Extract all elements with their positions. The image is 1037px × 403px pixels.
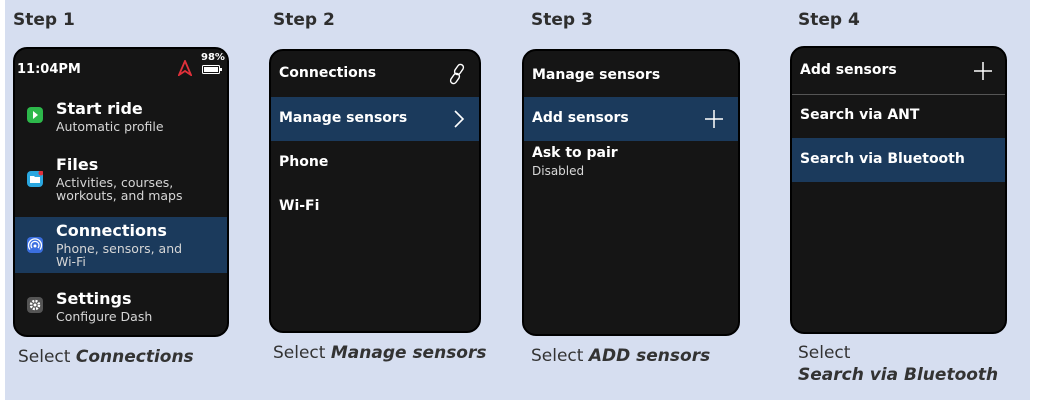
gear-icon (27, 297, 43, 313)
screen-title: Add sensors (800, 62, 897, 78)
row-label: Add sensors (532, 110, 629, 126)
device-screen: Manage sensors Add sensors Ask to pair D… (522, 49, 740, 336)
menu-item-title: Connections (56, 221, 167, 240)
menu-item-start-ride[interactable]: Start ride Automatic profile (15, 91, 227, 141)
menu-item-title: Files (56, 155, 99, 174)
screen-header: Connections (271, 51, 479, 98)
folder-icon (27, 170, 44, 187)
battery-icon (202, 65, 222, 74)
menu-item-subtitle: Wi-Fi (56, 254, 86, 269)
signal-icon (27, 237, 43, 253)
row-wifi[interactable]: Wi-Fi (271, 185, 479, 229)
plus-icon (705, 110, 723, 128)
screen-title: Connections (279, 65, 377, 81)
step-title: Step 3 (531, 10, 593, 30)
menu-item-subtitle: Configure Dash (56, 309, 153, 324)
row-label: Manage sensors (279, 110, 408, 126)
navigation-alert-icon (178, 60, 192, 76)
row-search-bluetooth[interactable]: Search via Bluetooth (792, 138, 1005, 182)
menu-item-title: Settings (56, 289, 132, 308)
menu-item-files[interactable]: Files Activities, courses, workouts, and… (15, 147, 227, 209)
row-label: Phone (279, 154, 329, 170)
step-caption: Select Connections (18, 346, 194, 368)
row-label: Search via ANT (800, 107, 920, 123)
step-caption: Select Search via Bluetooth (798, 342, 998, 386)
battery-percent: 98% (201, 52, 225, 63)
step-1: Step 1 11:04PM 98% Start ride Automatic … (5, 0, 245, 400)
caption-action: Search via Bluetooth (798, 365, 999, 385)
step-4: Step 4 Add sensors Search via ANT Search… (790, 0, 1030, 400)
clock-time: 11:04PM (17, 62, 81, 77)
screen-title: Manage sensors (532, 67, 661, 83)
row-add-sensors[interactable]: Add sensors (524, 97, 738, 141)
device-screen: Add sensors Search via ANT Search via Bl… (790, 46, 1007, 334)
screen-header: Add sensors (792, 48, 1005, 95)
menu-item-subtitle: workouts, and maps (56, 188, 183, 203)
caption-prefix: Select (531, 346, 589, 366)
caption-action: ADD sensors (588, 346, 711, 366)
instructions-panel: Step 1 11:04PM 98% Start ride Automatic … (5, 0, 1030, 400)
caption-action: Manage sensors (330, 343, 487, 363)
step-title: Step 1 (13, 10, 75, 30)
caption-action: Connections (75, 347, 194, 367)
caption-prefix: Select (798, 343, 851, 363)
plus-icon (974, 62, 992, 80)
row-label: Ask to pair (532, 145, 618, 161)
row-value: Disabled (532, 164, 585, 178)
menu-item-subtitle: Automatic profile (56, 119, 164, 134)
row-label: Search via Bluetooth (800, 151, 965, 167)
device-screen: Connections Manage sensors Phone Wi-Fi (269, 49, 481, 333)
menu-item-title: Start ride (56, 99, 143, 118)
step-caption: Select ADD sensors (531, 345, 710, 367)
menu-item-connections[interactable]: Connections Phone, sensors, and Wi-Fi (15, 217, 227, 273)
row-manage-sensors[interactable]: Manage sensors (271, 97, 479, 141)
chevron-right-icon (454, 110, 465, 128)
step-caption: Select Manage sensors (273, 342, 487, 364)
row-ask-to-pair[interactable]: Ask to pair Disabled (524, 143, 738, 183)
menu-item-settings[interactable]: Settings Configure Dash (15, 281, 227, 331)
row-search-ant[interactable]: Search via ANT (792, 94, 1005, 138)
caption-prefix: Select (273, 343, 331, 363)
step-3: Step 3 Manage sensors Add sensors Ask to… (522, 0, 762, 400)
row-phone[interactable]: Phone (271, 141, 479, 185)
play-icon (27, 107, 43, 123)
status-bar: 11:04PM 98% (15, 49, 227, 89)
step-2: Step 2 Connections Manage sensors Phone … (267, 0, 507, 400)
device-screen: 11:04PM 98% Start ride Automatic profile… (13, 47, 229, 337)
screen-header: Manage sensors (524, 51, 738, 98)
row-label: Wi-Fi (279, 198, 320, 214)
step-title: Step 2 (273, 10, 335, 30)
link-icon (449, 63, 465, 85)
caption-prefix: Select (18, 347, 76, 367)
step-title: Step 4 (798, 10, 860, 30)
